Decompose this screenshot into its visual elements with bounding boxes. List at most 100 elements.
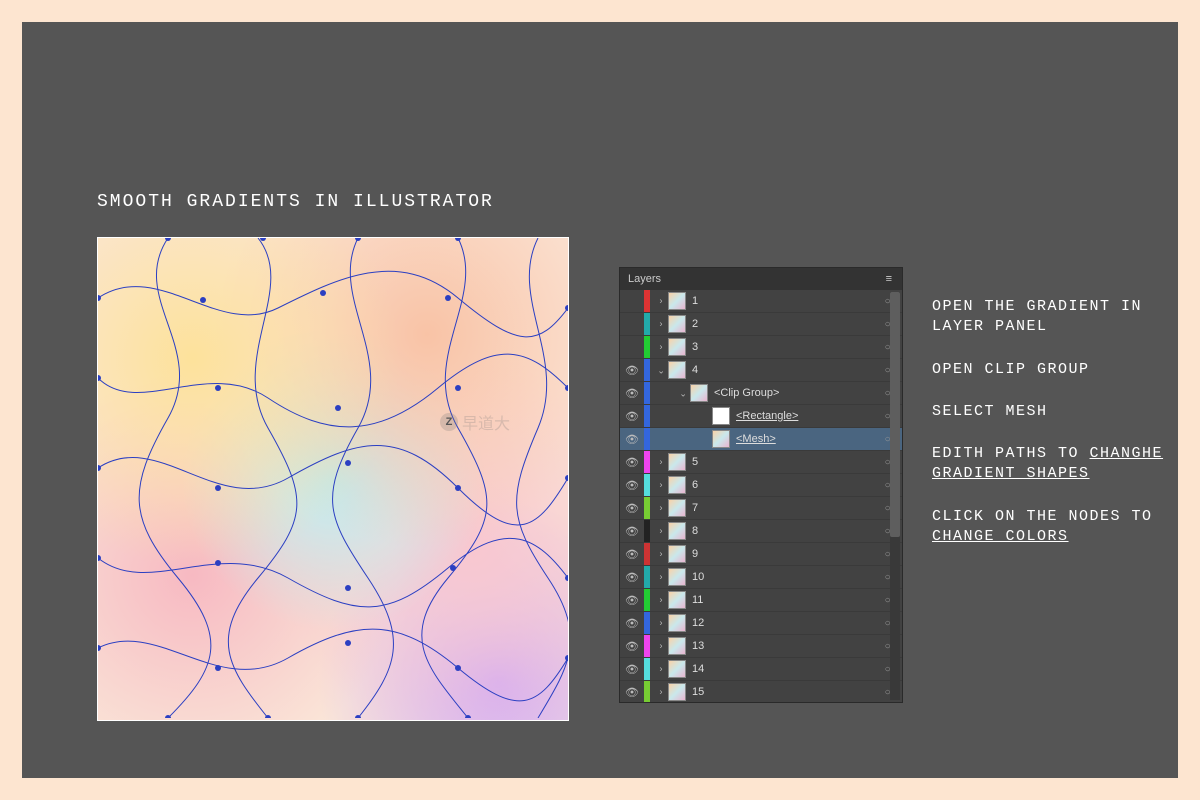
layer-name[interactable]: <Rectangle>	[736, 410, 885, 422]
expand-toggle-icon[interactable]: ›	[655, 549, 666, 559]
expand-toggle-icon[interactable]: ›	[655, 457, 666, 467]
layer-name[interactable]: <Mesh>	[736, 433, 885, 445]
layer-thumbnail[interactable]	[712, 407, 730, 425]
layer-row[interactable]: 👁›5○ ▫	[620, 451, 902, 474]
expand-toggle-icon[interactable]: ›	[655, 319, 666, 329]
layer-thumbnail[interactable]	[668, 315, 686, 333]
layer-row[interactable]: 👁›9○ ▫	[620, 543, 902, 566]
layer-thumbnail[interactable]	[668, 545, 686, 563]
visibility-toggle-icon[interactable]: 👁	[620, 640, 644, 653]
layer-row[interactable]: 👁›13○ ▫	[620, 635, 902, 658]
layer-color-bar	[644, 635, 650, 657]
layer-color-bar	[644, 428, 650, 450]
layer-row[interactable]: 👁›8○ ▫	[620, 520, 902, 543]
layer-thumbnail[interactable]	[668, 292, 686, 310]
visibility-toggle-icon[interactable]: 👁	[620, 479, 644, 492]
layer-name[interactable]: 3	[692, 341, 885, 353]
visibility-toggle-icon[interactable]: 👁	[620, 686, 644, 699]
layer-row[interactable]: ›3○ ▫	[620, 336, 902, 359]
layer-thumbnail[interactable]	[668, 453, 686, 471]
visibility-toggle-icon[interactable]: 👁	[620, 387, 644, 400]
expand-toggle-icon[interactable]: ›	[655, 641, 666, 651]
expand-toggle-icon[interactable]: ⌄	[677, 388, 688, 398]
visibility-toggle-icon[interactable]: 👁	[620, 571, 644, 584]
expand-toggle-icon[interactable]: ›	[655, 503, 666, 513]
visibility-toggle-icon[interactable]: 👁	[620, 364, 644, 377]
panel-menu-icon[interactable]: ≡	[886, 273, 894, 285]
layer-row[interactable]: 👁⌄4○ ▫	[620, 359, 902, 382]
expand-toggle-icon[interactable]: ›	[655, 664, 666, 674]
layer-row[interactable]: 👁<Rectangle>○ ▫	[620, 405, 902, 428]
layer-color-bar	[644, 612, 650, 634]
layer-thumbnail[interactable]	[668, 591, 686, 609]
visibility-toggle-icon[interactable]: 👁	[620, 433, 644, 446]
layer-row[interactable]: 👁›7○ ▫	[620, 497, 902, 520]
layers-scrollbar[interactable]	[890, 292, 900, 700]
expand-toggle-icon[interactable]: ›	[655, 480, 666, 490]
layer-name[interactable]: 13	[692, 640, 885, 652]
layer-thumbnail[interactable]	[668, 361, 686, 379]
layer-name[interactable]: 8	[692, 525, 885, 537]
layer-row[interactable]: 👁⌄<Clip Group>○ ▫	[620, 382, 902, 405]
layer-row[interactable]: 👁›14○ ▫	[620, 658, 902, 681]
layer-row[interactable]: 👁›10○ ▫	[620, 566, 902, 589]
layer-thumbnail[interactable]	[668, 338, 686, 356]
layer-name[interactable]: 9	[692, 548, 885, 560]
watermark-icon: Z	[440, 413, 458, 431]
instruction-2: OPEN CLIP GROUP	[932, 360, 1177, 380]
expand-toggle-icon[interactable]: ›	[655, 296, 666, 306]
layer-name[interactable]: 5	[692, 456, 885, 468]
layers-panel[interactable]: Layers ≡ ›1○ ▫›2○ ▫›3○ ▫👁⌄4○ ▫👁⌄<Clip Gr…	[619, 267, 903, 703]
layer-row[interactable]: ›2○ ▫	[620, 313, 902, 336]
layer-name[interactable]: 1	[692, 295, 885, 307]
layer-thumbnail[interactable]	[668, 660, 686, 678]
visibility-toggle-icon[interactable]: 👁	[620, 410, 644, 423]
visibility-toggle-icon[interactable]: 👁	[620, 594, 644, 607]
layer-thumbnail[interactable]	[668, 568, 686, 586]
layer-row[interactable]: 👁›6○ ▫	[620, 474, 902, 497]
visibility-toggle-icon[interactable]: 👁	[620, 456, 644, 469]
expand-toggle-icon[interactable]: ›	[655, 687, 666, 697]
layer-name[interactable]: 11	[692, 594, 885, 606]
layers-panel-header[interactable]: Layers ≡	[620, 268, 902, 290]
expand-toggle-icon[interactable]: ›	[655, 342, 666, 352]
visibility-toggle-icon[interactable]: 👁	[620, 663, 644, 676]
expand-toggle-icon[interactable]: ›	[655, 526, 666, 536]
expand-toggle-icon[interactable]: ›	[655, 595, 666, 605]
layer-name[interactable]: 15	[692, 686, 885, 698]
layer-row[interactable]: 👁<Mesh>○ ▫	[620, 428, 902, 451]
layer-row[interactable]: 👁›11○ ▫	[620, 589, 902, 612]
layer-color-bar	[644, 589, 650, 611]
layer-thumbnail[interactable]	[668, 614, 686, 632]
layer-thumbnail[interactable]	[668, 499, 686, 517]
expand-toggle-icon[interactable]: ›	[655, 618, 666, 628]
layer-name[interactable]: 2	[692, 318, 885, 330]
layer-thumbnail[interactable]	[668, 476, 686, 494]
layer-row[interactable]: ›1○ ▫	[620, 290, 902, 313]
layer-row[interactable]: 👁›15○ ▫	[620, 681, 902, 702]
expand-toggle-icon[interactable]: ›	[655, 572, 666, 582]
gradient-artboard[interactable]	[97, 237, 569, 721]
layer-name[interactable]: <Clip Group>	[714, 387, 885, 399]
layer-name[interactable]: 7	[692, 502, 885, 514]
visibility-toggle-icon[interactable]: 👁	[620, 525, 644, 538]
layer-row[interactable]: 👁›12○ ▫	[620, 612, 902, 635]
layer-name[interactable]: 14	[692, 663, 885, 675]
layer-thumbnail[interactable]	[690, 384, 708, 402]
visibility-toggle-icon[interactable]: 👁	[620, 548, 644, 561]
expand-toggle-icon[interactable]: ⌄	[655, 365, 666, 375]
layer-thumbnail[interactable]	[668, 637, 686, 655]
layer-thumbnail[interactable]	[668, 522, 686, 540]
layer-name[interactable]: 4	[692, 364, 885, 376]
layer-thumbnail[interactable]	[712, 430, 730, 448]
layer-name[interactable]: 12	[692, 617, 885, 629]
visibility-toggle-icon[interactable]: 👁	[620, 617, 644, 630]
instruction-3: SELECT MESH	[932, 402, 1177, 422]
layer-name[interactable]: 10	[692, 571, 885, 583]
mesh-overlay[interactable]	[98, 238, 568, 718]
layers-list[interactable]: ›1○ ▫›2○ ▫›3○ ▫👁⌄4○ ▫👁⌄<Clip Group>○ ▫👁<…	[620, 290, 902, 702]
scrollbar-thumb[interactable]	[890, 292, 900, 537]
layer-thumbnail[interactable]	[668, 683, 686, 701]
layer-name[interactable]: 6	[692, 479, 885, 491]
visibility-toggle-icon[interactable]: 👁	[620, 502, 644, 515]
